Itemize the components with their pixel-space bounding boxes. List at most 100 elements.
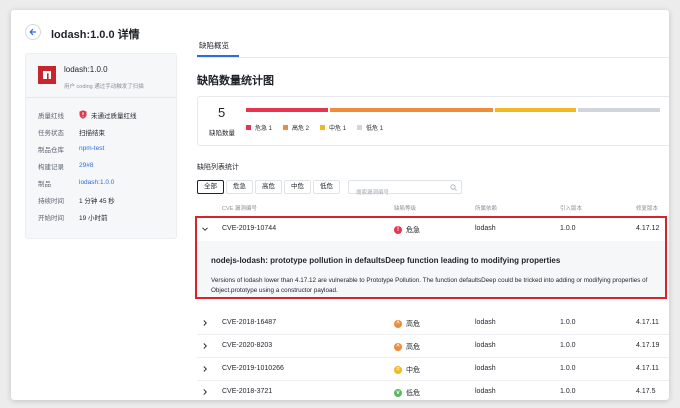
- meta-label: 质量红线: [38, 112, 64, 120]
- table-row[interactable]: CVE-2018-3721 v 低危 lodash 1.0.0 4.17.5: [197, 381, 669, 400]
- defect-total-label: 缺陷数量: [209, 130, 235, 137]
- cve-id: CVE-2018-16487: [222, 319, 277, 326]
- severity-filter-group: 全部 危急 高危 中危 低危: [197, 180, 342, 194]
- legend-item: 危急 1: [246, 123, 272, 132]
- highlight-frame: [195, 216, 667, 299]
- legend-item: 高危 2: [283, 123, 309, 132]
- meta-row-artifact: 制品 lodash:1.0.0: [26, 174, 176, 191]
- npm-logo-icon: [38, 66, 56, 84]
- search-icon[interactable]: [450, 184, 457, 191]
- severity-bar-segment: [329, 108, 493, 112]
- col-level: 缺陷等级: [394, 206, 417, 212]
- severity-label: 低危: [406, 390, 420, 397]
- build-link[interactable]: 29#8: [79, 162, 93, 169]
- cve-id: CVE-2019-1010266: [222, 365, 284, 372]
- search-box[interactable]: [348, 180, 462, 199]
- meta-row-quality: 质量红线 未通过质量红线: [26, 106, 176, 123]
- meta-label: 构建记录: [38, 163, 64, 171]
- meta-label: 持续时间: [38, 197, 64, 205]
- severity-label: 中危: [406, 367, 420, 374]
- legend-swatch: [283, 125, 289, 130]
- artifact-link[interactable]: lodash:1.0.0: [79, 179, 114, 186]
- fix-version: 4.17.11: [636, 319, 659, 326]
- intro-version: 1.0.0: [560, 388, 576, 395]
- stats-title: 缺陷数量统计图: [197, 75, 274, 87]
- chevron-right-icon[interactable]: [202, 343, 208, 349]
- meta-label: 制品仓库: [38, 146, 64, 154]
- severity-icon: ^: [394, 320, 402, 328]
- filter-button[interactable]: 中危: [284, 180, 311, 194]
- quality-status-text: 未通过质量红线: [91, 112, 137, 120]
- intro-version: 1.0.0: [560, 342, 576, 349]
- dependency-name: lodash: [475, 319, 496, 326]
- meta-label: 开始时间: [38, 214, 64, 222]
- list-title: 缺陷列表统计: [197, 164, 239, 171]
- meta-value: 未通过质量红线: [79, 110, 137, 120]
- severity-level: v 低危: [394, 388, 420, 398]
- chevron-right-icon[interactable]: [202, 366, 208, 372]
- intro-version: 1.0.0: [560, 365, 576, 372]
- legend-label: 低危 1: [366, 126, 384, 132]
- intro-version: 1.0.0: [560, 319, 576, 326]
- tab-divider: [197, 57, 669, 58]
- meta-value: 1 分钟 45 秒: [79, 197, 115, 205]
- dependency-name: lodash: [475, 365, 496, 372]
- meta-row-status: 任务状态 扫描结束: [26, 123, 176, 140]
- severity-legend: 危急 1 高危 2 中危 1 低危 1: [246, 123, 394, 132]
- package-description: 用户 coding 通过手动触发了扫描: [64, 84, 144, 90]
- legend-item: 中危 1: [320, 123, 346, 132]
- defect-total: 5: [218, 105, 226, 120]
- col-fix-version: 修复版本: [636, 206, 659, 212]
- package-header: lodash:1.0.0 用户 coding 通过手动触发了扫描: [26, 54, 176, 98]
- tab-overview[interactable]: 缺陷概览: [199, 40, 229, 51]
- severity-level: ^ 高危: [394, 342, 420, 352]
- filter-button[interactable]: 低危: [313, 180, 340, 194]
- cve-id: CVE-2020-8203: [222, 342, 273, 349]
- stats-panel: 5 缺陷数量 危急 1 高危 2 中危 1 低危 1: [197, 96, 669, 146]
- meta-label: 制品: [38, 180, 51, 188]
- table-row[interactable]: CVE-2018-16487 ^ 高危 lodash 1.0.0 4.17.11: [197, 312, 669, 335]
- meta-value: 扫描结束: [79, 129, 105, 137]
- meta-row-start: 开始时间 19 小时前: [26, 208, 176, 225]
- severity-icon: v: [394, 389, 402, 397]
- severity-bar-segment: [578, 108, 660, 112]
- legend-label: 危急 1: [255, 126, 273, 132]
- meta-row-duration: 持续时间 1 分钟 45 秒: [26, 191, 176, 208]
- severity-bar-segment: [246, 108, 328, 112]
- col-intro-version: 引入版本: [560, 206, 583, 212]
- chevron-right-icon[interactable]: [202, 389, 208, 395]
- filter-button[interactable]: 危急: [226, 180, 253, 194]
- fix-version: 4.17.11: [636, 365, 659, 372]
- repo-link[interactable]: npm-test: [79, 145, 104, 152]
- severity-bar: [246, 108, 660, 112]
- col-cve: CVE 漏洞编号: [222, 206, 257, 212]
- col-dependency: 所属依赖: [475, 206, 498, 212]
- severity-label: 高危: [406, 321, 420, 328]
- content-layer: lodash:1.0.0 用户 coding 通过手动触发了扫描 质量红线 未通…: [11, 10, 669, 400]
- search-input[interactable]: [349, 187, 445, 199]
- dependency-name: lodash: [475, 388, 496, 395]
- chevron-right-icon[interactable]: [202, 320, 208, 326]
- meta-label: 任务状态: [38, 129, 64, 137]
- sidebar: lodash:1.0.0 用户 coding 通过手动触发了扫描 质量红线 未通…: [25, 53, 177, 239]
- severity-icon: =: [394, 366, 402, 374]
- severity-level: ^ 高危: [394, 319, 420, 329]
- fix-version: 4.17.19: [636, 342, 660, 349]
- legend-swatch: [357, 125, 363, 130]
- meta-row-repo: 制品仓库 npm-test: [26, 140, 176, 157]
- table-row[interactable]: CVE-2020-8203 ^ 高危 lodash 1.0.0 4.17.19: [197, 335, 669, 358]
- meta-row-build: 构建记录 29#8: [26, 157, 176, 174]
- legend-label: 中危 1: [329, 126, 347, 132]
- legend-item: 低危 1: [357, 123, 383, 132]
- legend-label: 高危 2: [292, 126, 310, 132]
- dependency-name: lodash: [475, 342, 496, 349]
- package-name: lodash:1.0.0: [64, 65, 108, 74]
- legend-swatch: [246, 125, 251, 130]
- filter-button[interactable]: 全部: [197, 180, 224, 194]
- filter-button[interactable]: 高危: [255, 180, 282, 194]
- severity-level: = 中危: [394, 365, 420, 375]
- severity-label: 高危: [406, 344, 420, 351]
- severity-icon: ^: [394, 343, 402, 351]
- table-row[interactable]: CVE-2019-1010266 = 中危 lodash 1.0.0 4.17.11: [197, 358, 669, 381]
- fix-version: 4.17.5: [636, 388, 656, 395]
